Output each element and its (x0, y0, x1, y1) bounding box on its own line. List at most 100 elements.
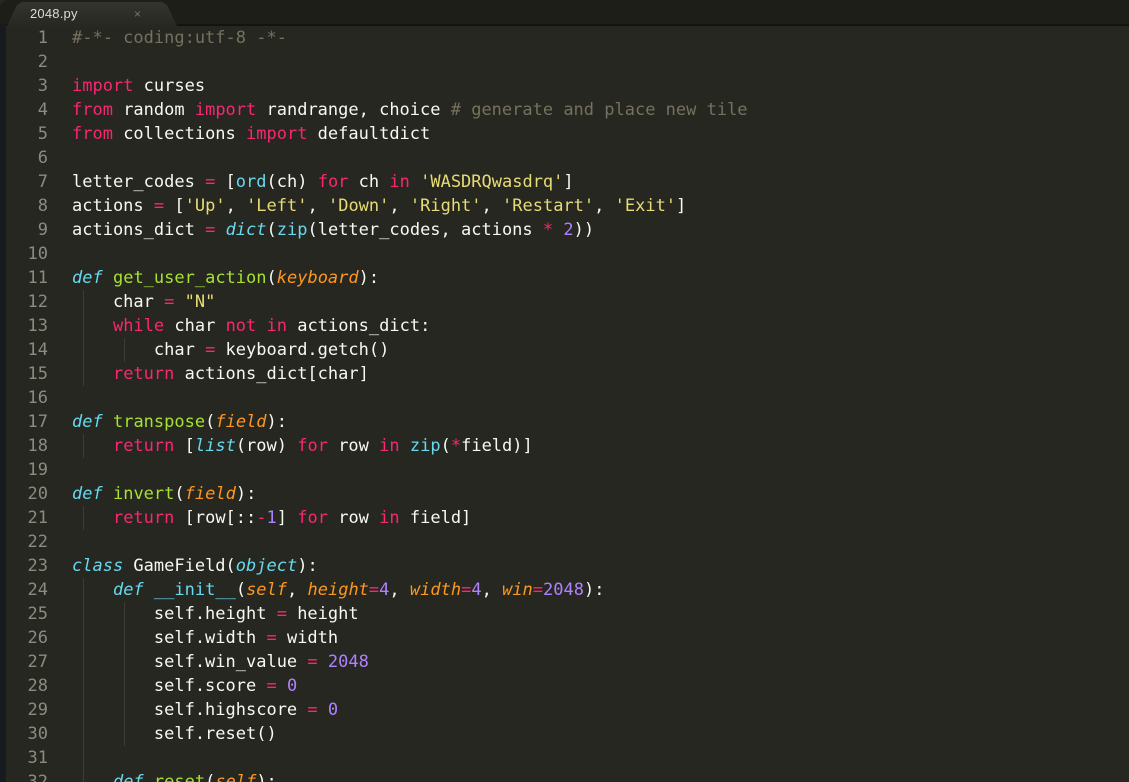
code-line[interactable]: 9 actions_dict = dict(zip(letter_codes, a… (0, 218, 1129, 242)
code-line[interactable]: 13 while char not in actions_dict: (0, 314, 1129, 338)
line-number[interactable]: 12 (6, 290, 48, 314)
line-number[interactable]: 1 (6, 26, 48, 50)
code-text[interactable]: return [list(row) for row in zip(*field)… (48, 434, 1129, 458)
code-line[interactable]: 29 self.highscore = 0 (0, 698, 1129, 722)
code-text[interactable] (48, 50, 1129, 74)
code-line[interactable]: 23 class GameField(object): (0, 554, 1129, 578)
code-text[interactable] (48, 530, 1129, 554)
code-line[interactable]: 4 from random import randrange, choice # … (0, 98, 1129, 122)
code-line[interactable]: 27 self.win_value = 2048 (0, 650, 1129, 674)
code-text[interactable]: char = keyboard.getch() (48, 338, 1129, 362)
line-number[interactable]: 32 (6, 770, 48, 782)
code-line[interactable]: 12 char = "N" (0, 290, 1129, 314)
line-number[interactable]: 9 (6, 218, 48, 242)
code-text[interactable]: def transpose(field): (48, 410, 1129, 434)
code-line[interactable]: 6 (0, 146, 1129, 170)
code-line[interactable]: 5 from collections import defaultdict (0, 122, 1129, 146)
code-text[interactable]: return [row[::-1] for row in field] (48, 506, 1129, 530)
code-text[interactable]: #-*- coding:utf-8 -*- (48, 26, 1129, 50)
code-text[interactable]: while char not in actions_dict: (48, 314, 1129, 338)
code-line[interactable]: 16 (0, 386, 1129, 410)
code-line[interactable]: 10 (0, 242, 1129, 266)
line-number[interactable]: 21 (6, 506, 48, 530)
code-text[interactable]: from random import randrange, choice # g… (48, 98, 1129, 122)
line-number[interactable]: 4 (6, 98, 48, 122)
line-number[interactable]: 25 (6, 602, 48, 626)
code-line[interactable]: 14 char = keyboard.getch() (0, 338, 1129, 362)
code-line[interactable]: 8 actions = ['Up', 'Left', 'Down', 'Right… (0, 194, 1129, 218)
code-line[interactable]: 28 self.score = 0 (0, 674, 1129, 698)
line-number[interactable]: 28 (6, 674, 48, 698)
code-text[interactable]: char = "N" (48, 290, 1129, 314)
line-number[interactable]: 14 (6, 338, 48, 362)
code-text[interactable]: import curses (48, 74, 1129, 98)
code-text[interactable]: return actions_dict[char] (48, 362, 1129, 386)
code-line[interactable]: 32 def reset(self): (0, 770, 1129, 782)
code-editor[interactable]: 1 #-*- coding:utf-8 -*- 2 3 import curses 4 fr… (0, 26, 1129, 782)
code-line[interactable]: 31 (0, 746, 1129, 770)
line-number[interactable]: 13 (6, 314, 48, 338)
code-line[interactable]: 17 def transpose(field): (0, 410, 1129, 434)
code-line[interactable]: 20 def invert(field): (0, 482, 1129, 506)
code-text[interactable]: def invert(field): (48, 482, 1129, 506)
line-number[interactable]: 23 (6, 554, 48, 578)
code-line[interactable]: 21 return [row[::-1] for row in field] (0, 506, 1129, 530)
close-icon[interactable]: × (134, 7, 141, 21)
code-line[interactable]: 18 return [list(row) for row in zip(*fie… (0, 434, 1129, 458)
line-number[interactable]: 5 (6, 122, 48, 146)
line-number[interactable]: 2 (6, 50, 48, 74)
line-number[interactable]: 20 (6, 482, 48, 506)
line-number[interactable]: 6 (6, 146, 48, 170)
line-number[interactable]: 18 (6, 434, 48, 458)
code-line[interactable]: 3 import curses (0, 74, 1129, 98)
token: import (194, 100, 257, 120)
code-line[interactable]: 15 return actions_dict[char] (0, 362, 1129, 386)
code-text[interactable]: def get_user_action(keyboard): (48, 266, 1129, 290)
line-number[interactable]: 15 (6, 362, 48, 386)
code-text[interactable]: from collections import defaultdict (48, 122, 1129, 146)
code-line[interactable]: 22 (0, 530, 1129, 554)
code-line[interactable]: 11 def get_user_action(keyboard): (0, 266, 1129, 290)
line-number[interactable]: 29 (6, 698, 48, 722)
line-number[interactable]: 27 (6, 650, 48, 674)
line-number[interactable]: 3 (6, 74, 48, 98)
line-number[interactable]: 22 (6, 530, 48, 554)
tab-2048py[interactable]: 2048.py × (6, 2, 178, 28)
code-line[interactable]: 2 (0, 50, 1129, 74)
line-number[interactable]: 24 (6, 578, 48, 602)
code-text[interactable]: self.width = width (48, 626, 1129, 650)
code-text[interactable]: letter_codes = [ord(ch) for ch in 'WASDR… (48, 170, 1129, 194)
line-number[interactable]: 19 (6, 458, 48, 482)
line-number[interactable]: 26 (6, 626, 48, 650)
code-text[interactable] (48, 146, 1129, 170)
code-line[interactable]: 30 self.reset() (0, 722, 1129, 746)
line-number[interactable]: 10 (6, 242, 48, 266)
code-text[interactable]: def reset(self): (48, 770, 1129, 782)
code-text[interactable]: self.height = height (48, 602, 1129, 626)
code-text[interactable]: self.reset() (48, 722, 1129, 746)
code-text[interactable] (48, 458, 1129, 482)
code-text[interactable]: self.score = 0 (48, 674, 1129, 698)
code-text[interactable]: class GameField(object): (48, 554, 1129, 578)
line-number[interactable]: 16 (6, 386, 48, 410)
code-text[interactable] (48, 746, 1129, 770)
code-text[interactable]: actions = ['Up', 'Left', 'Down', 'Right'… (48, 194, 1129, 218)
code-text[interactable]: def __init__(self, height=4, width=4, wi… (48, 578, 1129, 602)
code-line[interactable]: 7 letter_codes = [ord(ch) for ch in 'WASD… (0, 170, 1129, 194)
code-line[interactable]: 19 (0, 458, 1129, 482)
code-text[interactable]: actions_dict = dict(zip(letter_codes, ac… (48, 218, 1129, 242)
line-number[interactable]: 11 (6, 266, 48, 290)
code-text[interactable] (48, 242, 1129, 266)
code-text[interactable]: self.win_value = 2048 (48, 650, 1129, 674)
code-text[interactable]: self.highscore = 0 (48, 698, 1129, 722)
line-number[interactable]: 8 (6, 194, 48, 218)
line-number[interactable]: 30 (6, 722, 48, 746)
line-number[interactable]: 31 (6, 746, 48, 770)
code-line[interactable]: 26 self.width = width (0, 626, 1129, 650)
line-number[interactable]: 7 (6, 170, 48, 194)
code-line[interactable]: 24 def __init__(self, height=4, width=4,… (0, 578, 1129, 602)
line-number[interactable]: 17 (6, 410, 48, 434)
code-line[interactable]: 1 #-*- coding:utf-8 -*- (0, 26, 1129, 50)
code-line[interactable]: 25 self.height = height (0, 602, 1129, 626)
code-text[interactable] (48, 386, 1129, 410)
